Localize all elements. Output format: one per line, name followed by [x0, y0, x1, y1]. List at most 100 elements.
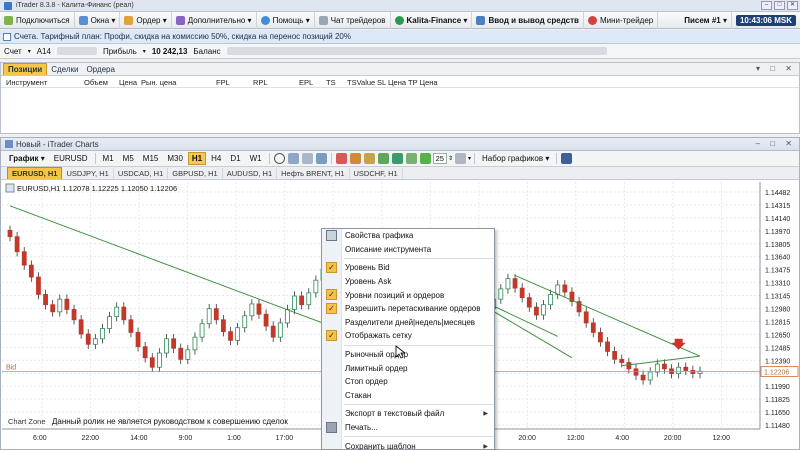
- symbol-tab[interactable]: AUDUSD, H1: [223, 168, 278, 179]
- context-menu-item[interactable]: ✓ Отображать сетку: [322, 329, 494, 343]
- candle-body: [654, 363, 660, 373]
- tab-positions[interactable]: Позиции: [3, 63, 48, 75]
- y-tick-label: 1.11480: [765, 423, 790, 430]
- text-tool-icon[interactable]: [363, 153, 375, 164]
- col-header[interactable]: FPL: [216, 78, 230, 87]
- context-menu-item[interactable]: Сохранить шаблон ▶: [322, 439, 494, 450]
- menu-order-label: Ордер: [136, 15, 161, 25]
- chart-menu-button[interactable]: График ▾: [5, 152, 49, 165]
- context-menu-item[interactable]: Печать...: [322, 421, 494, 435]
- tf-h4[interactable]: H4: [207, 152, 225, 165]
- tab-orders[interactable]: Ордера: [82, 64, 119, 75]
- tf-m1[interactable]: M1: [99, 152, 118, 165]
- context-menu-item[interactable]: ✓ Уровень Bid: [322, 261, 494, 275]
- context-menu-item[interactable]: ✓ Разрешить перетаскивание ордеров: [322, 302, 494, 316]
- candle-body: [498, 288, 504, 300]
- zoom-out-icon[interactable]: [301, 153, 313, 164]
- col-header[interactable]: RPL: [253, 78, 268, 87]
- tf-w1[interactable]: W1: [246, 152, 266, 165]
- menu-windows[interactable]: Окна ▾: [75, 11, 121, 29]
- dropdown-icon[interactable]: ▾: [468, 155, 471, 162]
- col-header[interactable]: TS: [326, 78, 336, 87]
- menu-letters[interactable]: Писем #1 ▾: [680, 11, 732, 29]
- zoom-in-icon[interactable]: [287, 153, 299, 164]
- context-menu-item[interactable]: Разделители дней|недель|месяцев: [322, 316, 494, 330]
- y-tick-label: 1.12650: [765, 332, 790, 339]
- col-header[interactable]: Рын. цена: [141, 78, 176, 87]
- col-header[interactable]: Инструмент: [6, 78, 47, 87]
- candle-body: [598, 332, 603, 343]
- close-icon[interactable]: ✕: [787, 1, 798, 10]
- context-menu-item[interactable]: Стакан: [322, 389, 494, 403]
- positions-panel: Позиции Сделки Ордера ▾ □ ✕ Инструмент О…: [0, 62, 800, 134]
- tab-deals[interactable]: Сделки: [47, 64, 82, 75]
- col-header[interactable]: TP Цена: [408, 78, 438, 87]
- symbol-tab[interactable]: USDCAD, H1: [114, 168, 169, 179]
- dropdown-icon[interactable]: ▾: [143, 48, 146, 55]
- symbol-tab[interactable]: GBPUSD, H1: [168, 168, 223, 179]
- col-header[interactable]: Объем: [84, 78, 108, 87]
- symbol-tab[interactable]: USDJPY, H1: [62, 168, 114, 179]
- context-menu-item[interactable]: Описание инструмента: [322, 243, 494, 257]
- tf-m15[interactable]: M15: [139, 152, 163, 165]
- col-header[interactable]: Цена: [119, 78, 137, 87]
- candle-body: [92, 338, 98, 345]
- menu-mini[interactable]: Мини-трейдер: [584, 11, 659, 29]
- charts-window-controls[interactable]: – □ ✕: [756, 139, 796, 148]
- menu-order[interactable]: Ордер ▾: [120, 11, 172, 29]
- line-chart-icon[interactable]: [405, 153, 417, 164]
- context-menu-item[interactable]: ✓ Уровни позиций и ордеров: [322, 288, 494, 302]
- y-tick-label: 1.12815: [765, 319, 790, 326]
- menu-help[interactable]: Помощь ▾: [257, 11, 315, 29]
- chart-sets-button[interactable]: Набор графиков ▾: [478, 152, 553, 165]
- symbol-select[interactable]: EURUSD: [50, 152, 92, 165]
- chart-grid-icon[interactable]: [315, 153, 327, 164]
- symbol-tab[interactable]: USDCHF, H1: [350, 168, 403, 179]
- count-spinner[interactable]: 25: [432, 153, 447, 164]
- panel-controls[interactable]: ▾ □ ✕: [756, 64, 796, 73]
- spinner-arrows-icon[interactable]: ⇕: [448, 155, 453, 162]
- dropdown-icon[interactable]: ▾: [28, 48, 31, 55]
- context-menu-item[interactable]: Свойства графика: [322, 229, 494, 243]
- col-header[interactable]: TSValue: [347, 78, 375, 87]
- context-menu-item[interactable]: Уровень Ask: [322, 275, 494, 289]
- tf-m30[interactable]: M30: [163, 152, 187, 165]
- tf-h1[interactable]: H1: [187, 152, 207, 165]
- minimize-icon[interactable]: –: [761, 1, 772, 10]
- y-tick-label: 1.13310: [765, 281, 790, 288]
- indicators-icon[interactable]: [454, 153, 466, 164]
- candle-body: [277, 322, 283, 338]
- context-menu-item[interactable]: Экспорт в текстовый файл ▶: [322, 407, 494, 421]
- menu-connect[interactable]: Подключиться: [0, 11, 75, 29]
- context-menu-item[interactable]: Стоп ордер: [322, 375, 494, 389]
- app-title: iTrader 8.3.8 - Калита-Финанс (реал): [16, 2, 134, 9]
- menu-brand[interactable]: Kalita-Finance ▾: [391, 11, 473, 29]
- line-tool-icon[interactable]: [335, 153, 347, 164]
- context-menu-item[interactable]: Лимитный ордер: [322, 361, 494, 375]
- candle-body: [128, 319, 134, 333]
- maximize-icon[interactable]: □: [774, 1, 785, 10]
- save-icon[interactable]: [561, 153, 573, 164]
- menu-more[interactable]: Дополнительно ▾: [172, 11, 257, 29]
- symbol-tab[interactable]: EURUSD, H1: [7, 167, 63, 179]
- tf-d1[interactable]: D1: [226, 152, 244, 165]
- candle-body: [21, 251, 27, 266]
- context-menu-label: Сохранить шаблон: [345, 441, 416, 450]
- menu-separator: [344, 436, 494, 438]
- tf-m5[interactable]: M5: [119, 152, 138, 165]
- autoscroll-icon[interactable]: [419, 153, 431, 164]
- symbol-tab[interactable]: Нефть BRENT, H1: [277, 168, 350, 179]
- ohlc-readout: EURUSD,H1 1.12078 1.12225 1.12050 1.1220…: [17, 184, 177, 193]
- candle-body: [640, 374, 646, 381]
- menu-chat[interactable]: Чат трейдеров: [315, 11, 391, 29]
- context-menu-item[interactable]: Рыночный ордер: [322, 348, 494, 362]
- menu-funds[interactable]: Ввод и вывод средств: [472, 11, 584, 29]
- bar-chart-icon[interactable]: [377, 153, 389, 164]
- crosshair-icon[interactable]: [273, 153, 285, 164]
- col-header[interactable]: EPL: [299, 78, 313, 87]
- checkmark-icon: ✓: [326, 302, 337, 314]
- print-icon: [326, 421, 337, 433]
- col-header[interactable]: SL Цена: [377, 78, 406, 87]
- candle-chart-icon[interactable]: [391, 153, 403, 164]
- pencil-icon[interactable]: [349, 153, 361, 164]
